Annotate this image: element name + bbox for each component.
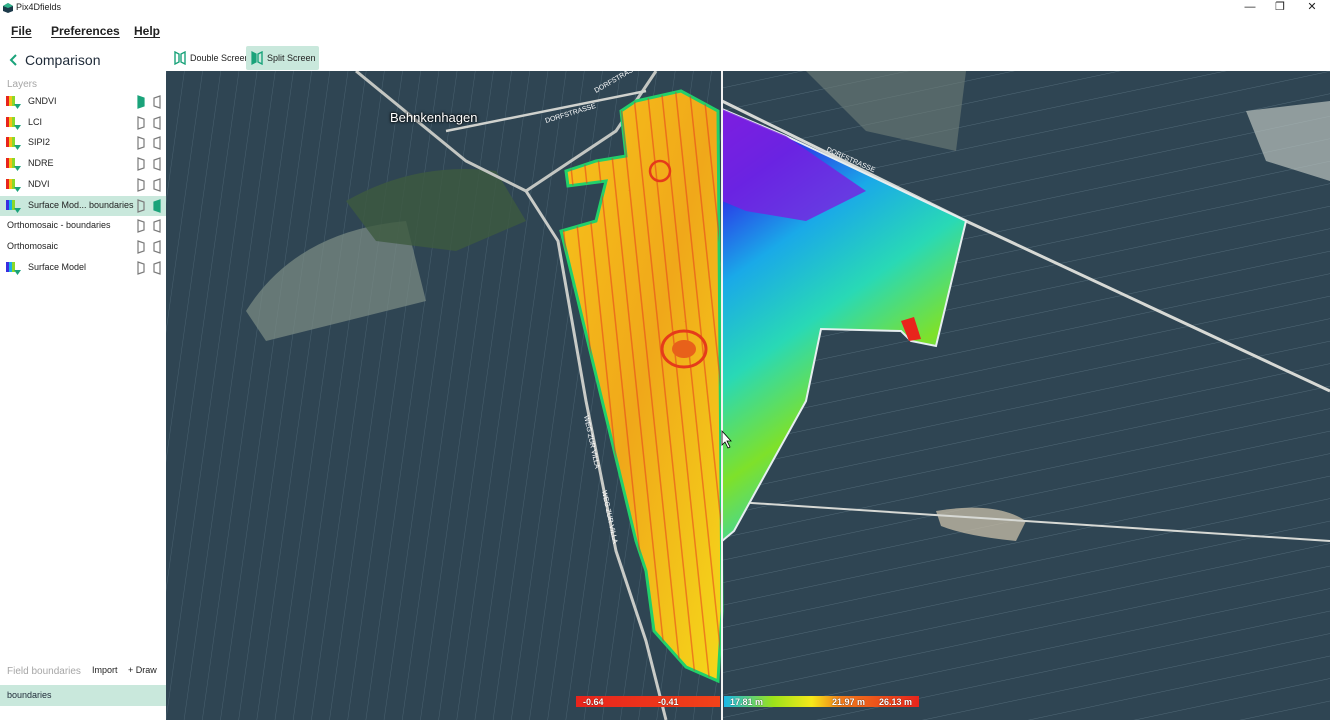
- layer-label: Orthomosaic - boundaries: [7, 220, 111, 231]
- menu-preferences[interactable]: Preferences: [51, 24, 120, 38]
- window-title: Pix4Dfields: [16, 2, 62, 12]
- left-legend-max: -0.41: [658, 697, 679, 707]
- right-screen-toggle-icon[interactable]: [153, 136, 161, 151]
- town-label: Behnkenhagen: [390, 110, 478, 125]
- sidebar: Comparison Layers GNDVI LCI SIPI2 NDRE NDVI S…: [0, 44, 166, 720]
- layer-row[interactable]: Orthomosaic: [0, 237, 166, 257]
- right-legend-min: 17.81 m: [730, 697, 764, 707]
- tab-label: Double Screen: [190, 53, 250, 63]
- layer-row[interactable]: LCI: [0, 113, 166, 133]
- field-boundaries-heading: Field boundaries: [7, 666, 81, 677]
- close-button[interactable]: ✕: [1297, 0, 1327, 16]
- left-screen-toggle-icon[interactable]: [137, 240, 145, 254]
- double-screen-icon: [174, 51, 186, 65]
- layer-label: LCI: [28, 116, 43, 127]
- left-screen-toggle-icon[interactable]: [137, 136, 145, 151]
- index-map-icon: [6, 116, 21, 130]
- surface-model-icon: [6, 199, 21, 213]
- layers-heading: Layers: [7, 79, 38, 90]
- right-screen-toggle-icon[interactable]: [153, 240, 161, 254]
- tab-split-screen[interactable]: Split Screen: [246, 46, 319, 70]
- pix4d-logo-icon: [3, 3, 13, 13]
- menu-bar: File Preferences Help: [0, 20, 1330, 42]
- left-screen-toggle-icon[interactable]: [137, 115, 145, 130]
- menu-help[interactable]: Help: [134, 24, 160, 38]
- tab-double-screen[interactable]: Double Screen: [169, 46, 250, 70]
- map-canvas[interactable]: DORFSTRASSE DORFSTRASSE DORFSTRASSE WEG …: [166, 71, 1330, 720]
- layer-row[interactable]: SIPI2: [0, 133, 166, 153]
- left-screen-toggle-icon[interactable]: [137, 198, 145, 213]
- page-title: Comparison: [25, 52, 101, 68]
- layer-label: NDVI: [28, 178, 50, 189]
- left-screen-toggle-icon[interactable]: [137, 157, 145, 171]
- layer-row[interactable]: Surface Model: [0, 258, 166, 278]
- layer-label: Surface Mod... boundaries: [28, 199, 134, 210]
- left-screen-toggle-icon[interactable]: [137, 260, 145, 275]
- view-mode-tabs: Double Screen Split Screen: [166, 44, 1330, 71]
- left-screen-toggle-icon[interactable]: [137, 219, 145, 234]
- draw-button[interactable]: + Draw: [128, 665, 157, 675]
- boundary-label: boundaries: [7, 690, 52, 700]
- menu-file[interactable]: File: [11, 24, 32, 38]
- layer-row[interactable]: GNDVI: [0, 92, 166, 112]
- left-legend-min: -0.64: [583, 697, 604, 707]
- index-map-icon: [6, 96, 21, 109]
- layer-row[interactable]: NDRE: [0, 154, 166, 174]
- layer-label: Orthomosaic: [7, 240, 59, 251]
- ndvi-hotspot: [672, 340, 696, 358]
- left-screen-toggle-icon[interactable]: [137, 177, 145, 192]
- import-button[interactable]: Import: [92, 665, 118, 675]
- split-screen-icon: [251, 51, 263, 65]
- index-map-icon: [6, 158, 21, 172]
- layer-label: GNDVI: [28, 96, 57, 106]
- title-bar: Pix4Dfields — ❐ ✕: [0, 0, 1330, 16]
- layer-label: SIPI2: [28, 137, 51, 148]
- right-screen-toggle-icon[interactable]: [153, 95, 161, 109]
- map-view[interactable]: DORFSTRASSE DORFSTRASSE DORFSTRASSE WEG …: [166, 71, 1330, 720]
- left-screen-toggle-icon[interactable]: [137, 95, 145, 109]
- restore-button[interactable]: ❐: [1265, 0, 1295, 16]
- index-map-icon: [6, 178, 21, 192]
- layer-row[interactable]: Orthomosaic - boundaries: [0, 216, 166, 236]
- minimize-button[interactable]: —: [1235, 0, 1265, 16]
- right-screen-toggle-icon[interactable]: [153, 115, 161, 130]
- layer-row[interactable]: NDVI: [0, 175, 166, 195]
- right-legend-max: 26.13 m: [879, 697, 913, 707]
- index-map-icon: [6, 137, 21, 151]
- layer-label: NDRE: [28, 158, 54, 169]
- boundary-list-item[interactable]: boundaries: [0, 685, 166, 706]
- surface-model-icon: [6, 261, 21, 275]
- right-screen-toggle-icon[interactable]: [153, 219, 161, 234]
- layer-label: Surface Model: [28, 261, 87, 272]
- tab-label: Split Screen: [267, 53, 316, 63]
- right-screen-toggle-icon[interactable]: [153, 260, 161, 275]
- right-screen-toggle-icon[interactable]: [153, 157, 161, 171]
- right-legend-mid: 21.97 m: [832, 697, 866, 707]
- chevron-left-icon[interactable]: [8, 53, 20, 67]
- right-screen-toggle-icon[interactable]: [153, 177, 161, 192]
- layer-row[interactable]: Surface Mod... boundaries: [0, 195, 166, 216]
- right-screen-toggle-icon[interactable]: [153, 198, 161, 213]
